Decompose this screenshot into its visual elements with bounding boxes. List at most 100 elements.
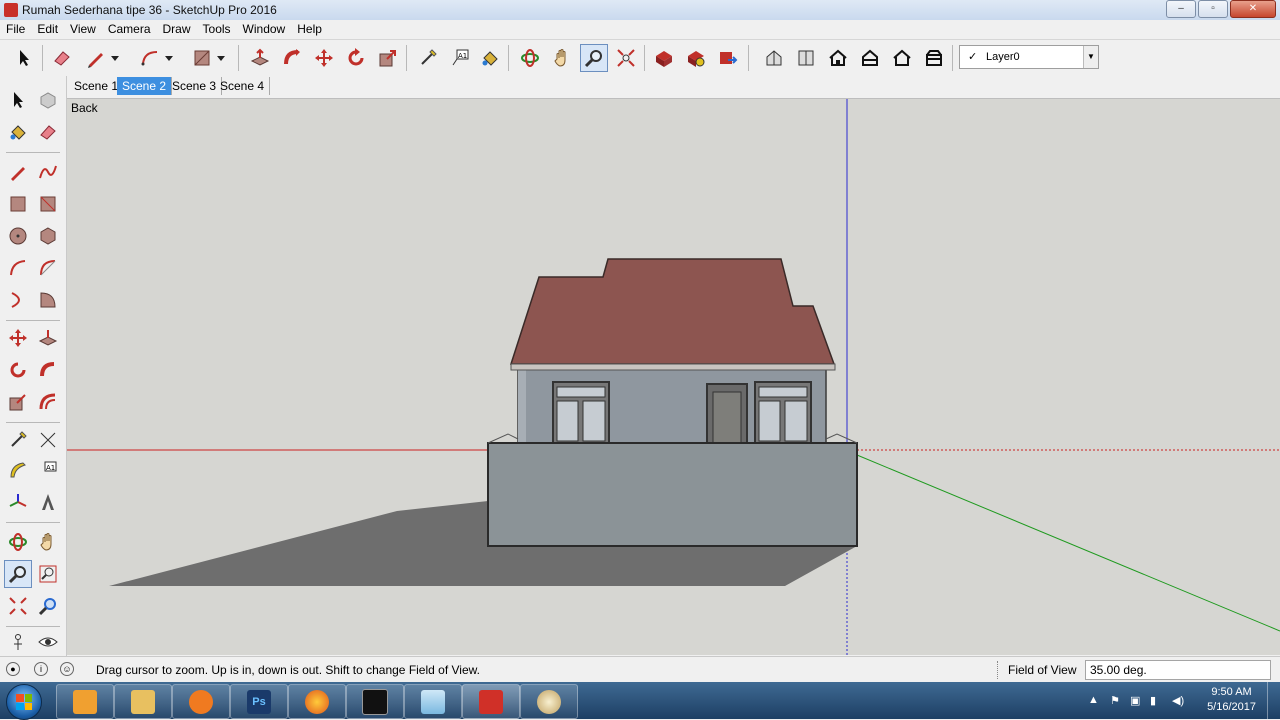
maximize-button[interactable]: ▫ — [1198, 0, 1228, 18]
tape-measure-tool-button[interactable] — [414, 44, 442, 72]
move-tool[interactable] — [4, 324, 32, 352]
paint-bucket-tool-button[interactable] — [476, 44, 504, 72]
measurements-input[interactable]: 35.00 deg. — [1085, 660, 1271, 680]
eraser-tool-button[interactable] — [48, 44, 76, 72]
line-tool-button[interactable] — [82, 44, 110, 72]
menu-view[interactable]: View — [64, 20, 102, 39]
rotated-rectangle-tool[interactable] — [34, 190, 62, 218]
layer-dropdown-button[interactable]: ▼ — [1083, 46, 1098, 68]
offset-tool[interactable] — [34, 388, 62, 416]
zoom-extents-tool[interactable] — [4, 592, 32, 620]
flag-icon[interactable]: ⚑ — [1110, 694, 1120, 707]
menu-draw[interactable]: Draw — [157, 20, 197, 39]
tray-expand-icon[interactable]: ▲ — [1088, 694, 1099, 706]
arc-tool-button[interactable] — [136, 44, 164, 72]
circle-tool[interactable] — [4, 222, 32, 250]
network-adapter-icon[interactable]: ▣ — [1130, 694, 1140, 707]
tape-measure-tool[interactable] — [4, 426, 32, 454]
tab-scene-4[interactable]: Scene 4 — [215, 77, 271, 95]
scale-tool[interactable] — [4, 388, 32, 416]
pan-tool-button[interactable] — [548, 44, 576, 72]
eraser-tool[interactable] — [34, 118, 62, 146]
tab-scene-3[interactable]: Scene 3 — [167, 77, 223, 95]
menu-window[interactable]: Window — [237, 20, 292, 39]
paint-bucket-tool[interactable] — [4, 118, 32, 146]
front-view-button[interactable] — [824, 44, 852, 72]
rectangle-tool-button[interactable] — [188, 44, 216, 72]
rectangle-dropdown-button[interactable] — [214, 44, 228, 72]
protractor-tool[interactable] — [4, 456, 32, 484]
two-point-arc-tool[interactable] — [34, 254, 62, 282]
rotate-tool-button[interactable] — [342, 44, 370, 72]
taskbar-photoshop[interactable]: Ps — [230, 684, 288, 719]
taskbar-firefox[interactable] — [288, 684, 346, 719]
signal-icon[interactable]: ▮ — [1150, 694, 1156, 707]
previous-view-tool[interactable] — [34, 592, 62, 620]
tab-scene-1[interactable]: Scene 1 — [69, 77, 125, 95]
zoom-extents-tool-button[interactable] — [612, 44, 640, 72]
select-tool[interactable] — [4, 86, 32, 114]
dimension-tool[interactable] — [34, 426, 62, 454]
taskbar-media-player[interactable] — [56, 684, 114, 719]
text-tool[interactable]: A1 — [34, 456, 62, 484]
polygon-tool[interactable] — [34, 222, 62, 250]
push-pull-tool-button[interactable] — [246, 44, 274, 72]
arc-dropdown-button[interactable] — [162, 44, 176, 72]
tab-scene-2[interactable]: Scene 2 — [117, 77, 173, 95]
back-view-button[interactable] — [888, 44, 916, 72]
info-icon[interactable]: i — [34, 662, 48, 676]
menu-file[interactable]: File — [0, 20, 31, 39]
close-button[interactable]: ✕ — [1230, 0, 1276, 18]
three-point-arc-tool[interactable] — [4, 286, 32, 314]
zoom-tool-button[interactable] — [580, 44, 608, 72]
freehand-tool[interactable] — [34, 158, 62, 186]
model-viewport[interactable]: Back — [67, 98, 1280, 655]
text-tool-button[interactable]: A1 — [446, 44, 474, 72]
extension-warehouse-button[interactable] — [682, 44, 710, 72]
move-tool-button[interactable] — [310, 44, 338, 72]
zoom-tool[interactable] — [4, 560, 32, 588]
orbit-tool[interactable] — [4, 528, 32, 556]
top-view-button[interactable] — [792, 44, 820, 72]
rotate-tool[interactable] — [4, 356, 32, 384]
follow-me-tool[interactable] — [34, 356, 62, 384]
start-button[interactable] — [6, 684, 42, 720]
pan-tool[interactable] — [34, 528, 62, 556]
show-desktop-button[interactable] — [1267, 682, 1280, 719]
taskbar-paint[interactable] — [520, 684, 578, 719]
position-camera-tool[interactable] — [4, 628, 32, 656]
look-around-tool[interactable] — [34, 628, 62, 656]
rectangle-tool[interactable] — [4, 190, 32, 218]
3d-warehouse-button[interactable] — [650, 44, 678, 72]
volume-icon[interactable]: ◀) — [1172, 694, 1184, 707]
menu-help[interactable]: Help — [291, 20, 328, 39]
follow-me-tool-button[interactable] — [278, 44, 306, 72]
user-credits-icon[interactable]: ☺ — [60, 662, 74, 676]
layer-select[interactable]: ✓ Layer0 ▼ — [959, 45, 1099, 69]
taskbar-notes[interactable] — [404, 684, 462, 719]
taskbar-blender[interactable] — [172, 684, 230, 719]
taskbar-sketchup[interactable] — [462, 684, 520, 719]
zoom-window-tool[interactable] — [34, 560, 62, 588]
menu-tools[interactable]: Tools — [197, 20, 237, 39]
right-view-button[interactable] — [856, 44, 884, 72]
line-tool[interactable] — [4, 158, 32, 186]
minimize-button[interactable]: – — [1166, 0, 1196, 18]
menu-camera[interactable]: Camera — [102, 20, 157, 39]
taskbar-command-prompt[interactable] — [346, 684, 404, 719]
iso-view-button[interactable] — [760, 44, 788, 72]
geo-location-icon[interactable]: ● — [6, 662, 20, 676]
select-tool-button[interactable] — [10, 44, 38, 72]
orbit-tool-button[interactable] — [516, 44, 544, 72]
make-component-tool[interactable] — [34, 86, 62, 114]
taskbar-file-explorer[interactable] — [114, 684, 172, 719]
arc-tool[interactable] — [4, 254, 32, 282]
axes-tool[interactable] — [4, 488, 32, 516]
3d-text-tool[interactable] — [34, 488, 62, 516]
scale-tool-button[interactable] — [374, 44, 402, 72]
line-dropdown-button[interactable] — [108, 44, 122, 72]
clock[interactable]: 9:50 AM 5/16/2017 — [1207, 685, 1256, 715]
push-pull-tool[interactable] — [34, 324, 62, 352]
share-model-button[interactable] — [714, 44, 742, 72]
menu-edit[interactable]: Edit — [31, 20, 64, 39]
